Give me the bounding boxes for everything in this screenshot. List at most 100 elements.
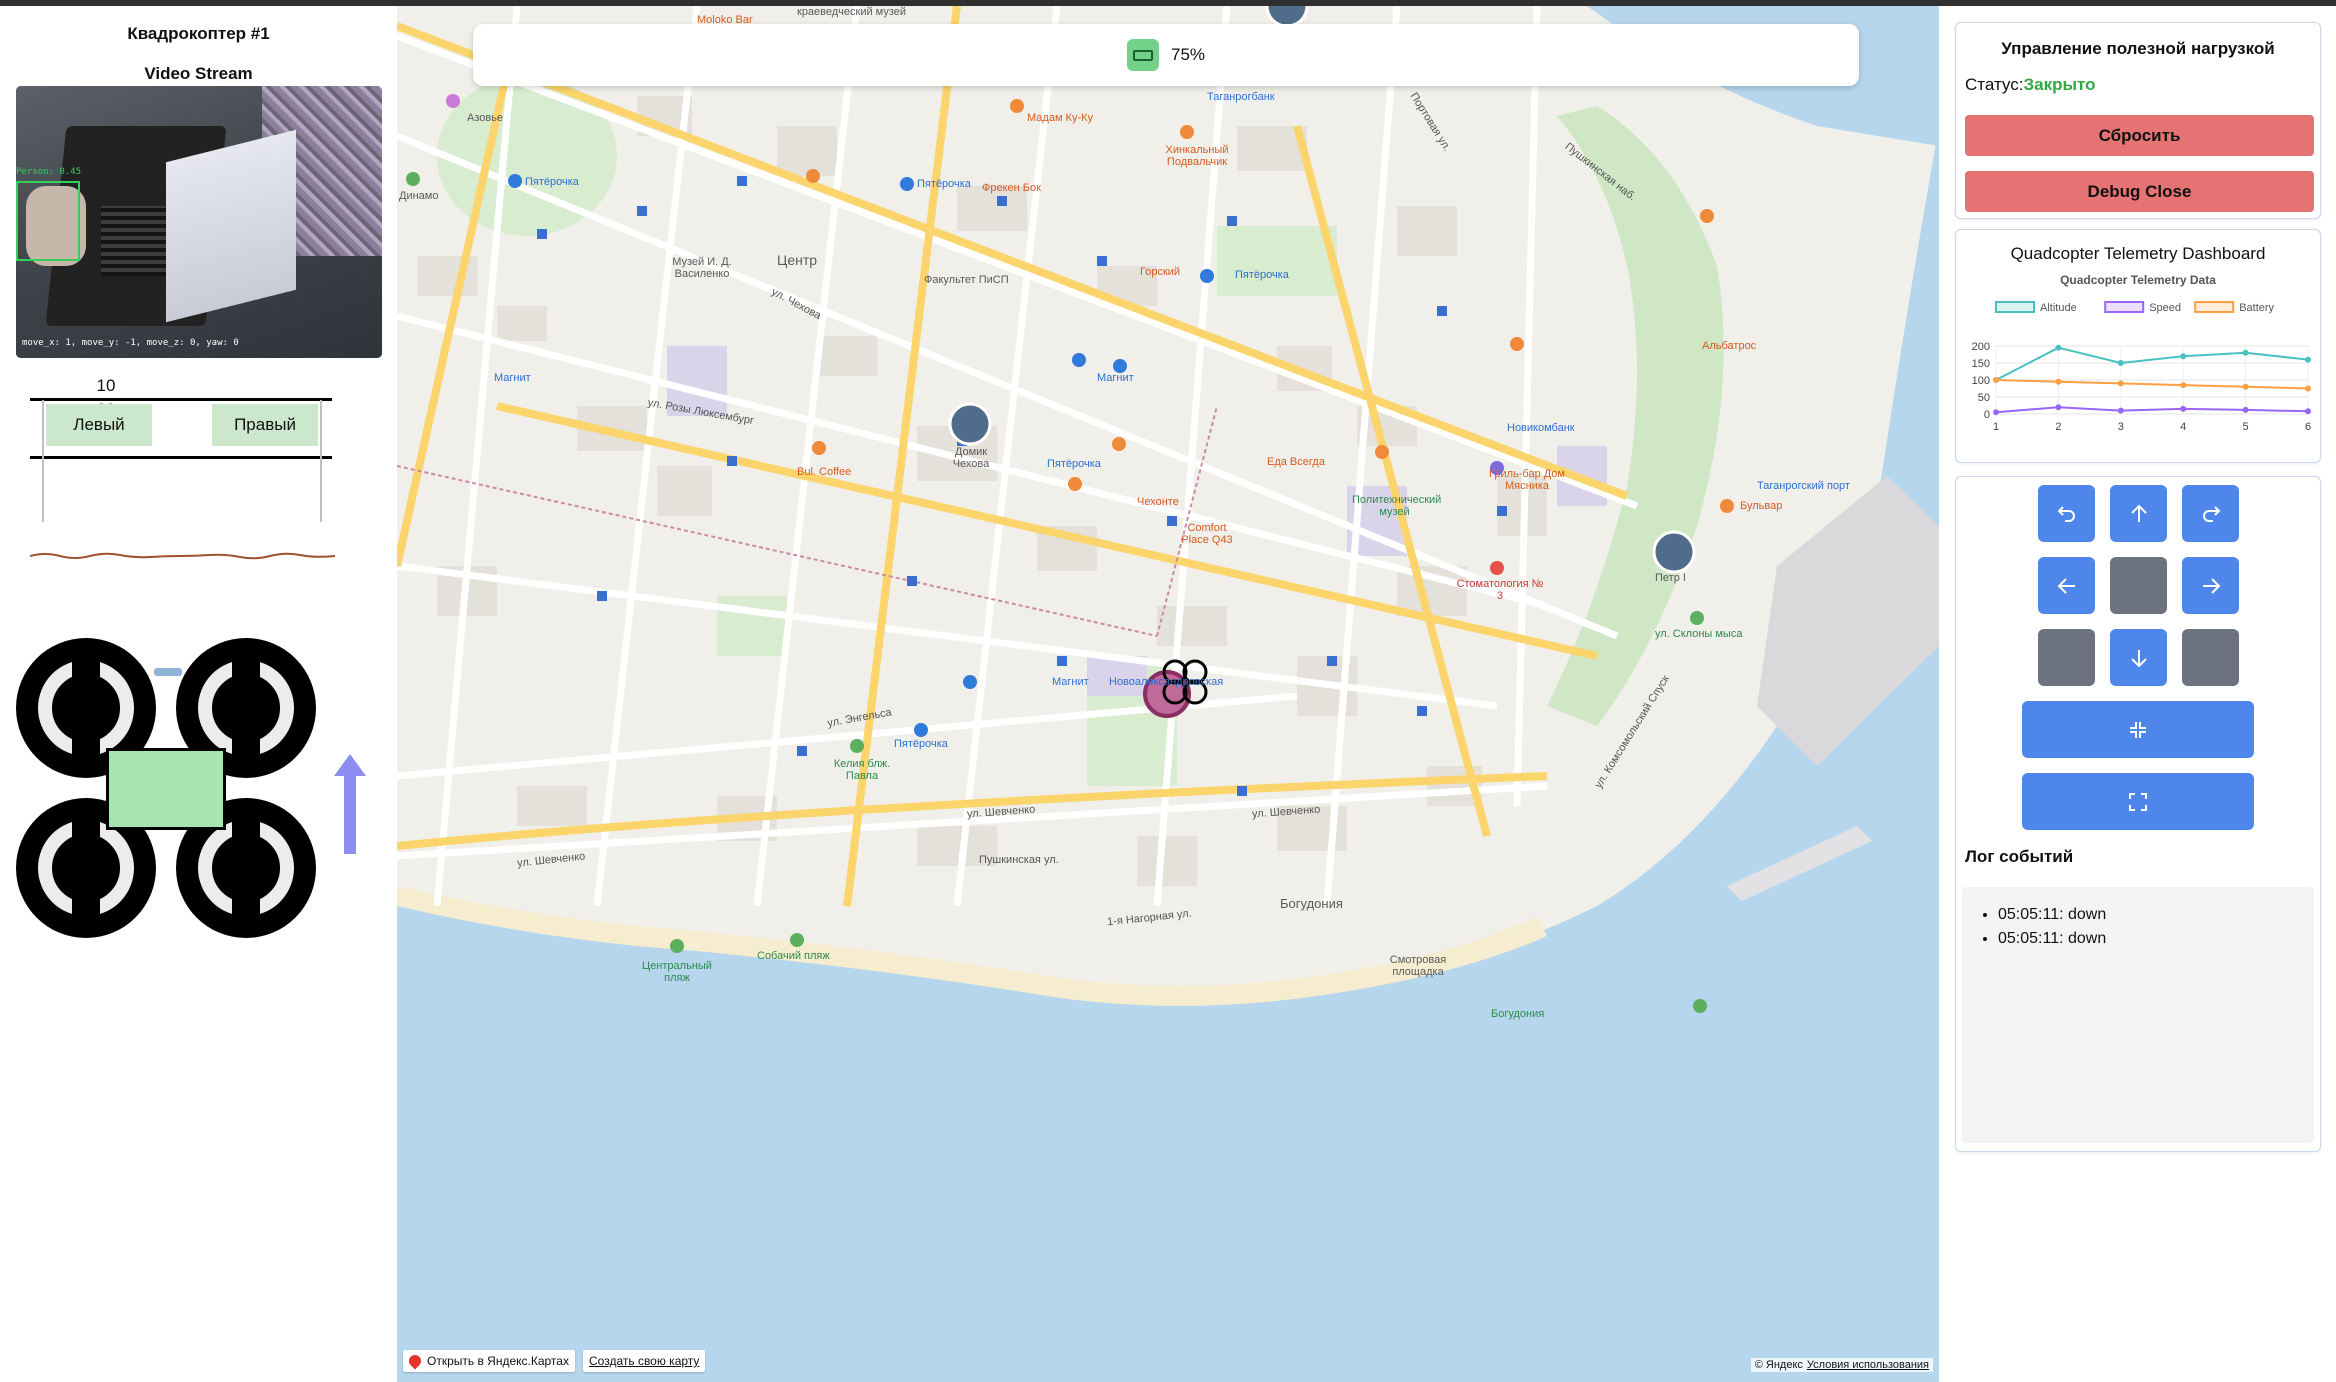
- data-point: [1993, 409, 1999, 416]
- map-label: Таганрогбанк: [1207, 91, 1275, 103]
- move-up-button[interactable]: [2110, 485, 2167, 542]
- x-tick-label: 4: [2180, 421, 2186, 433]
- movement-controls: Лог событий 05:05:11: down 05:05:11: dow…: [1955, 476, 2321, 1152]
- gauge-bottom-line: [30, 456, 332, 459]
- terms-link[interactable]: Условия использования: [1807, 1359, 1929, 1371]
- payload-status: Статус:Закрыто: [1965, 75, 2095, 95]
- map-label: Смотровая площадка: [1389, 954, 1447, 978]
- map-copyright: © Яндекс Условия использования: [1750, 1358, 1933, 1372]
- battery-value: 75%: [1170, 45, 1206, 64]
- log-entry: 05:05:11: down: [1998, 927, 2314, 951]
- data-point: [2242, 383, 2249, 390]
- legend-swatch: [2104, 301, 2145, 313]
- control-panel: Управление полезной нагрузкой Статус:Зак…: [1939, 6, 2336, 1382]
- reset-button[interactable]: Сбросить: [1965, 115, 2314, 156]
- command-overlay: move_x: 1, move_y: -1, move_z: 0, yaw: 0: [22, 338, 239, 348]
- x-tick-label: 6: [2305, 421, 2311, 433]
- expand-button[interactable]: [2022, 773, 2254, 830]
- payload-card: Управление полезной нагрузкой Статус:Зак…: [1955, 22, 2321, 219]
- data-point: [2242, 406, 2249, 413]
- arrow-down-icon: [2130, 649, 2147, 667]
- blank-button-right[interactable]: [2182, 629, 2239, 686]
- stop-button[interactable]: [2110, 557, 2167, 614]
- drone-diagram: [16, 638, 316, 940]
- gauge-top-line: [30, 398, 332, 401]
- rotate-right-button[interactable]: [2182, 485, 2239, 542]
- event-log: 05:05:11: down 05:05:11: down: [1962, 887, 2314, 1143]
- y-tick-label: 50: [1978, 392, 1990, 404]
- gauge-left-post: [42, 400, 44, 522]
- data-point: [2117, 360, 2124, 366]
- y-tick-label: 0: [1984, 409, 1990, 421]
- data-point: [2055, 378, 2062, 385]
- move-left-button[interactable]: [2038, 557, 2095, 614]
- move-right-button[interactable]: [2182, 557, 2239, 614]
- map-label: Бульвар: [1740, 500, 1783, 512]
- map-label: Альбатрос: [1702, 340, 1757, 352]
- series-line: [1995, 379, 2309, 390]
- data-point: [1993, 377, 1999, 383]
- data-point: [2055, 344, 2062, 351]
- battery-icon: [1126, 39, 1159, 71]
- map-label: Фрекен Бок: [982, 182, 1041, 194]
- map-view[interactable]: Moloko Bar краеведческий музей Азовье Ма…: [397, 6, 1939, 1382]
- x-tick-label: 5: [2243, 421, 2249, 433]
- series-line: [1995, 406, 2309, 414]
- x-tick-label: 2: [2055, 421, 2061, 433]
- event-log-title: Лог событий: [1965, 847, 2074, 866]
- right-motor-label: Правый: [212, 404, 318, 446]
- data-point: [2180, 405, 2187, 412]
- open-in-yandex-button[interactable]: Открыть в Яндекс.Картах: [403, 1350, 575, 1372]
- map-label: Центральный пляж: [642, 960, 712, 984]
- data-point: [2305, 385, 2311, 392]
- data-point: [2180, 382, 2187, 389]
- map-label: ул. Склоны мыса: [1655, 628, 1743, 640]
- video-stream[interactable]: Person: 0.45 move_x: 1, move_y: -1, move…: [16, 86, 382, 358]
- data-point: [2117, 380, 2124, 387]
- log-entry: 05:05:11: down: [1998, 903, 2314, 927]
- data-point: [2180, 353, 2187, 360]
- debug-close-button[interactable]: Debug Close: [1965, 171, 2314, 212]
- legend-swatch: [1995, 301, 2035, 313]
- blank-button-left[interactable]: [2038, 629, 2095, 686]
- left-motor-label: Левый: [46, 404, 152, 446]
- data-point: [2242, 349, 2249, 356]
- map-label: Азовье: [467, 112, 504, 124]
- rotate-left-icon: [2057, 505, 2075, 522]
- y-tick-label: 200: [1972, 341, 1990, 353]
- direction-arrow-icon: [334, 754, 366, 854]
- y-tick-label: 100: [1972, 375, 1990, 387]
- telemetry-card: Quadcopter Telemetry Dashboard Quadcopte…: [1955, 229, 2321, 463]
- map-label: Пятёрочка: [1047, 458, 1101, 470]
- map-label: Факультет ПиСП: [924, 274, 1009, 286]
- map-label: краеведческий музей: [797, 6, 907, 18]
- map-label: Магнит: [1097, 372, 1134, 384]
- map-label: Динамо: [399, 190, 439, 202]
- y-tick-label: 150: [1972, 358, 1990, 370]
- x-tick-label: 3: [2118, 421, 2124, 433]
- collapse-button[interactable]: [2022, 701, 2254, 758]
- map-label: Пятёрочка: [525, 176, 579, 188]
- battery-bar: 75%: [473, 24, 1859, 86]
- collapse-icon: [2130, 721, 2146, 738]
- move-down-button[interactable]: [2110, 629, 2167, 686]
- map-label: Пятёрочка: [1235, 269, 1289, 281]
- rotate-right-icon: [2202, 505, 2220, 522]
- arrow-up-icon: [2130, 504, 2147, 522]
- legend-label: Altitude: [2040, 302, 2077, 314]
- map-label: Центр: [777, 252, 818, 268]
- map-canvas[interactable]: [397, 6, 1939, 1382]
- create-map-link[interactable]: Создать свою карту: [583, 1350, 706, 1372]
- map-label: Петр I: [1655, 572, 1686, 584]
- map-label: Хинкальный Подвальчик: [1165, 144, 1229, 168]
- rotate-left-button[interactable]: [2038, 485, 2095, 542]
- video-stream-title: Video Stream: [144, 64, 253, 83]
- map-label: Горский: [1140, 266, 1181, 278]
- map-label: Магнит: [494, 372, 531, 384]
- data-point: [2117, 407, 2124, 414]
- series-line: [1995, 346, 2309, 381]
- map-label: Домик Чехова: [952, 446, 990, 470]
- map-label: Политехнический музей: [1352, 494, 1442, 518]
- map-label: Comfort Place Q43: [1181, 522, 1233, 546]
- map-label: Музей И. Д. Василенко: [672, 256, 732, 280]
